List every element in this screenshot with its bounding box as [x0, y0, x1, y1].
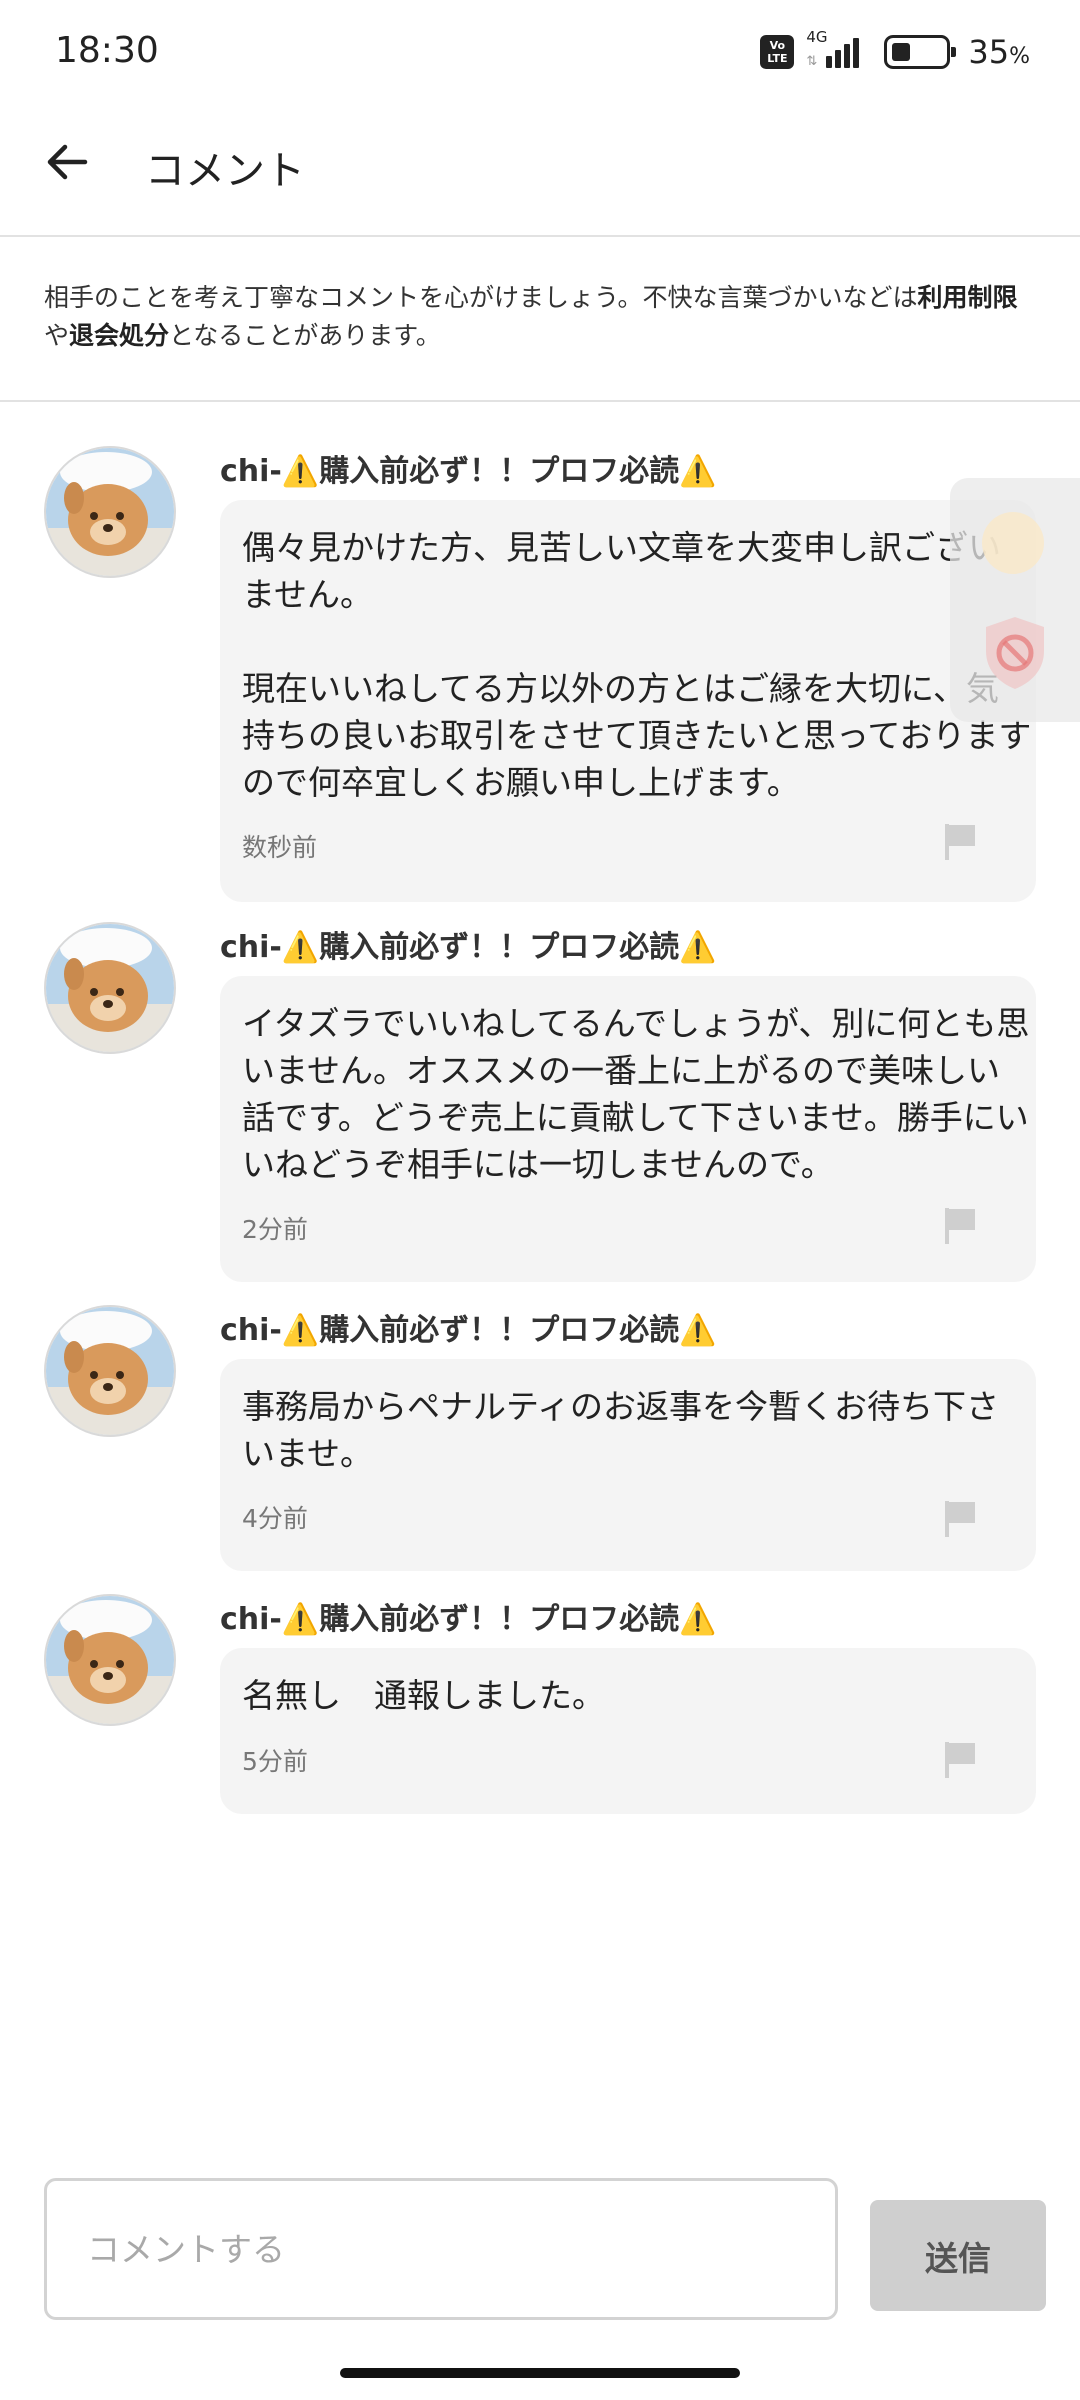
signal-bar	[826, 56, 833, 68]
comment-bubble: 名無し 通報しました。 5分前	[220, 1648, 1036, 1814]
battery-percent-value: 35	[968, 33, 1010, 71]
shield-block-icon[interactable]	[980, 613, 1050, 693]
avatar-image-icon	[46, 924, 174, 1052]
comment-bubble: 偶々見かけた方、見苦しい文章を大変申し訳ございません。 現在いいねしてる方以外の…	[220, 500, 1036, 902]
avatar-image-icon	[46, 1596, 174, 1724]
comment-input[interactable]	[44, 2178, 838, 2320]
comment-author[interactable]: chi-⚠️購入前必ず！！プロフ必読⚠️	[220, 446, 717, 490]
comment-text: 名無し 通報しました。	[242, 1676, 605, 1715]
comment-guideline-notice: 相手のことを考え丁寧なコメントを心がけましょう。不快な言葉づかいなどは利用制限や…	[0, 239, 1080, 402]
status-icons: Vo LTE 4G ⇅ 35%	[760, 28, 1030, 74]
avatar[interactable]	[44, 1305, 176, 1437]
report-flag-icon[interactable]	[944, 1206, 980, 1246]
arrow-left-icon	[47, 144, 88, 180]
notice-text: 相手のことを考え丁寧なコメントを心がけましょう。不快な言葉づかいなどは	[44, 283, 918, 312]
comment-time: 2分前	[242, 1215, 308, 1244]
comment-bubble: 事務局からペナルティのお返事を今暫くお待ち下さいませ。 4分前	[220, 1359, 1036, 1571]
comment-text: イタズラでいいねしてるんでしょうが、別に何とも思いません。オススメの一番上に上が…	[242, 1004, 1030, 1184]
notice-bold-usage-restriction: 利用制限	[917, 283, 1018, 312]
coin-icon[interactable]	[982, 512, 1044, 574]
avatar[interactable]	[44, 922, 176, 1054]
battery-fill	[892, 43, 911, 61]
comment-item: chi-⚠️購入前必ず！！プロフ必読⚠️ 名無し 通報しました。 5分前	[0, 1594, 1080, 1814]
avatar-image-icon	[46, 448, 174, 576]
comment-item: chi-⚠️購入前必ず！！プロフ必読⚠️ 偶々見かけた方、見苦しい文章を大変申し…	[0, 446, 1080, 906]
comment-item: chi-⚠️購入前必ず！！プロフ必読⚠️ 事務局からペナルティのお返事を今暫くお…	[0, 1305, 1080, 1575]
avatar[interactable]	[44, 1594, 176, 1726]
report-flag-icon[interactable]	[944, 822, 980, 862]
network-type-label: 4G	[806, 28, 828, 46]
status-bar: 18:30 Vo LTE 4G ⇅ 35%	[0, 0, 1080, 100]
comment-time: 数秒前	[242, 833, 318, 862]
comment-text: 事務局からペナルティのお返事を今暫くお待ち下さいませ。	[242, 1387, 1000, 1473]
app-header: コメント	[0, 100, 1080, 237]
home-indicator[interactable]	[340, 2368, 740, 2378]
volte-icon: Vo LTE	[760, 35, 795, 69]
battery-percent: 35%	[968, 33, 1030, 71]
comment-author[interactable]: chi-⚠️購入前必ず！！プロフ必読⚠️	[220, 922, 717, 966]
battery-percent-unit: %	[1009, 44, 1030, 69]
battery-icon	[884, 35, 957, 69]
back-button[interactable]	[35, 130, 99, 194]
status-time: 18:30	[55, 30, 159, 71]
report-flag-icon[interactable]	[944, 1740, 980, 1780]
notice-bold-withdrawal: 退会処分	[69, 321, 170, 350]
data-arrows-icon: ⇅	[806, 54, 818, 69]
signal-bars	[826, 38, 860, 68]
comment-time: 4分前	[242, 1504, 308, 1533]
signal-bar	[844, 44, 851, 68]
avatar[interactable]	[44, 446, 176, 578]
comment-text: 偶々見かけた方、見苦しい文章を大変申し訳ございません。 現在いいねしてる方以外の…	[242, 528, 1032, 802]
comment-time: 5分前	[242, 1747, 308, 1776]
page-title: コメント	[145, 148, 305, 194]
floating-side-widget[interactable]	[950, 478, 1080, 722]
report-flag-icon[interactable]	[944, 1499, 980, 1539]
notice-text: となることがあります。	[169, 321, 441, 350]
comment-item: chi-⚠️購入前必ず！！プロフ必読⚠️ イタズラでいいねしてるんでしょうが、別…	[0, 922, 1080, 1282]
send-button[interactable]: 送信	[870, 2200, 1046, 2311]
signal-bar	[853, 38, 860, 68]
avatar-image-icon	[46, 1307, 174, 1435]
comment-author[interactable]: chi-⚠️購入前必ず！！プロフ必読⚠️	[220, 1594, 717, 1638]
comment-author[interactable]: chi-⚠️購入前必ず！！プロフ必読⚠️	[220, 1305, 717, 1349]
comment-bubble: イタズラでいいねしてるんでしょうが、別に何とも思いません。オススメの一番上に上が…	[220, 976, 1036, 1282]
signal-icon: 4G ⇅	[804, 28, 874, 72]
signal-bar	[835, 50, 842, 68]
notice-text: や	[44, 321, 70, 350]
